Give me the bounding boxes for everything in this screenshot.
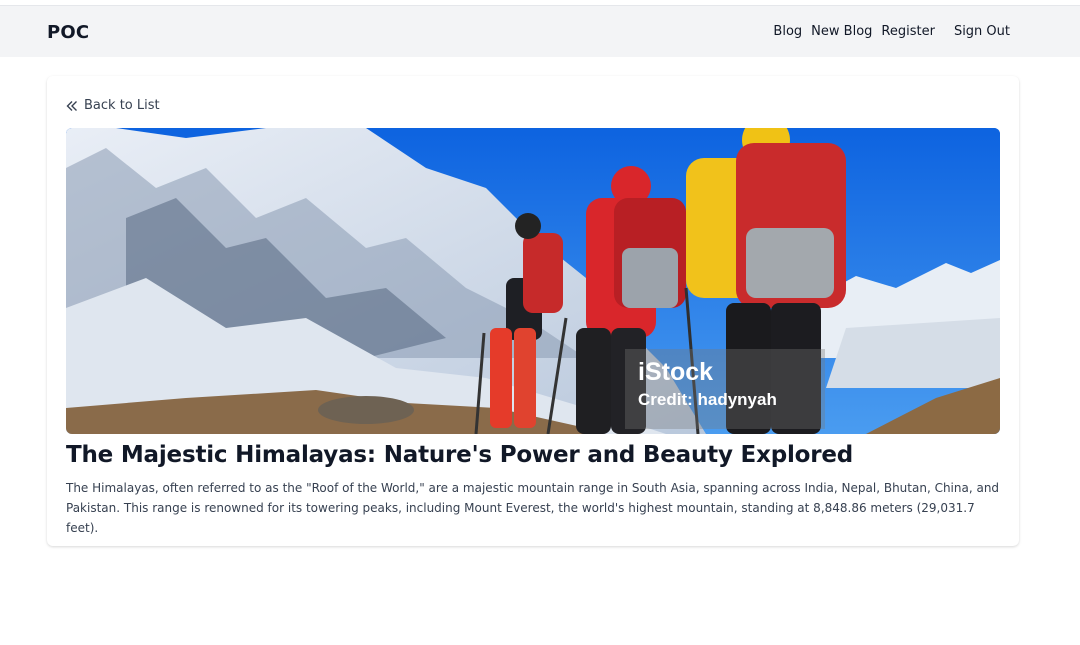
back-to-list-label: Back to List [84, 98, 160, 113]
double-chevron-left-icon [66, 100, 78, 112]
nav-link-register[interactable]: Register [881, 24, 935, 39]
post-hero-image [66, 128, 1000, 434]
back-to-list-link[interactable]: Back to List [66, 98, 160, 113]
watermark-credit: Credit: hadynyah [638, 390, 777, 409]
nav-link-blog[interactable]: Blog [773, 24, 802, 39]
watermark-brand: iStock [638, 358, 714, 386]
post-body: The Himalayas, often referred to as the … [66, 481, 1000, 535]
blog-post-card: Back to List iStock Credit: hadynyah The… [47, 76, 1019, 546]
navbar: POC Blog New Blog Register Sign Out [0, 5, 1080, 57]
nav-link-new-blog[interactable]: New Blog [811, 24, 872, 39]
nav-link-sign-out[interactable]: Sign Out [954, 24, 1010, 39]
post-title: The Majestic Himalayas: Nature's Power a… [66, 442, 854, 468]
nav-links: Blog New Blog Register Sign Out [773, 24, 1010, 39]
brand-logo[interactable]: POC [47, 22, 89, 43]
